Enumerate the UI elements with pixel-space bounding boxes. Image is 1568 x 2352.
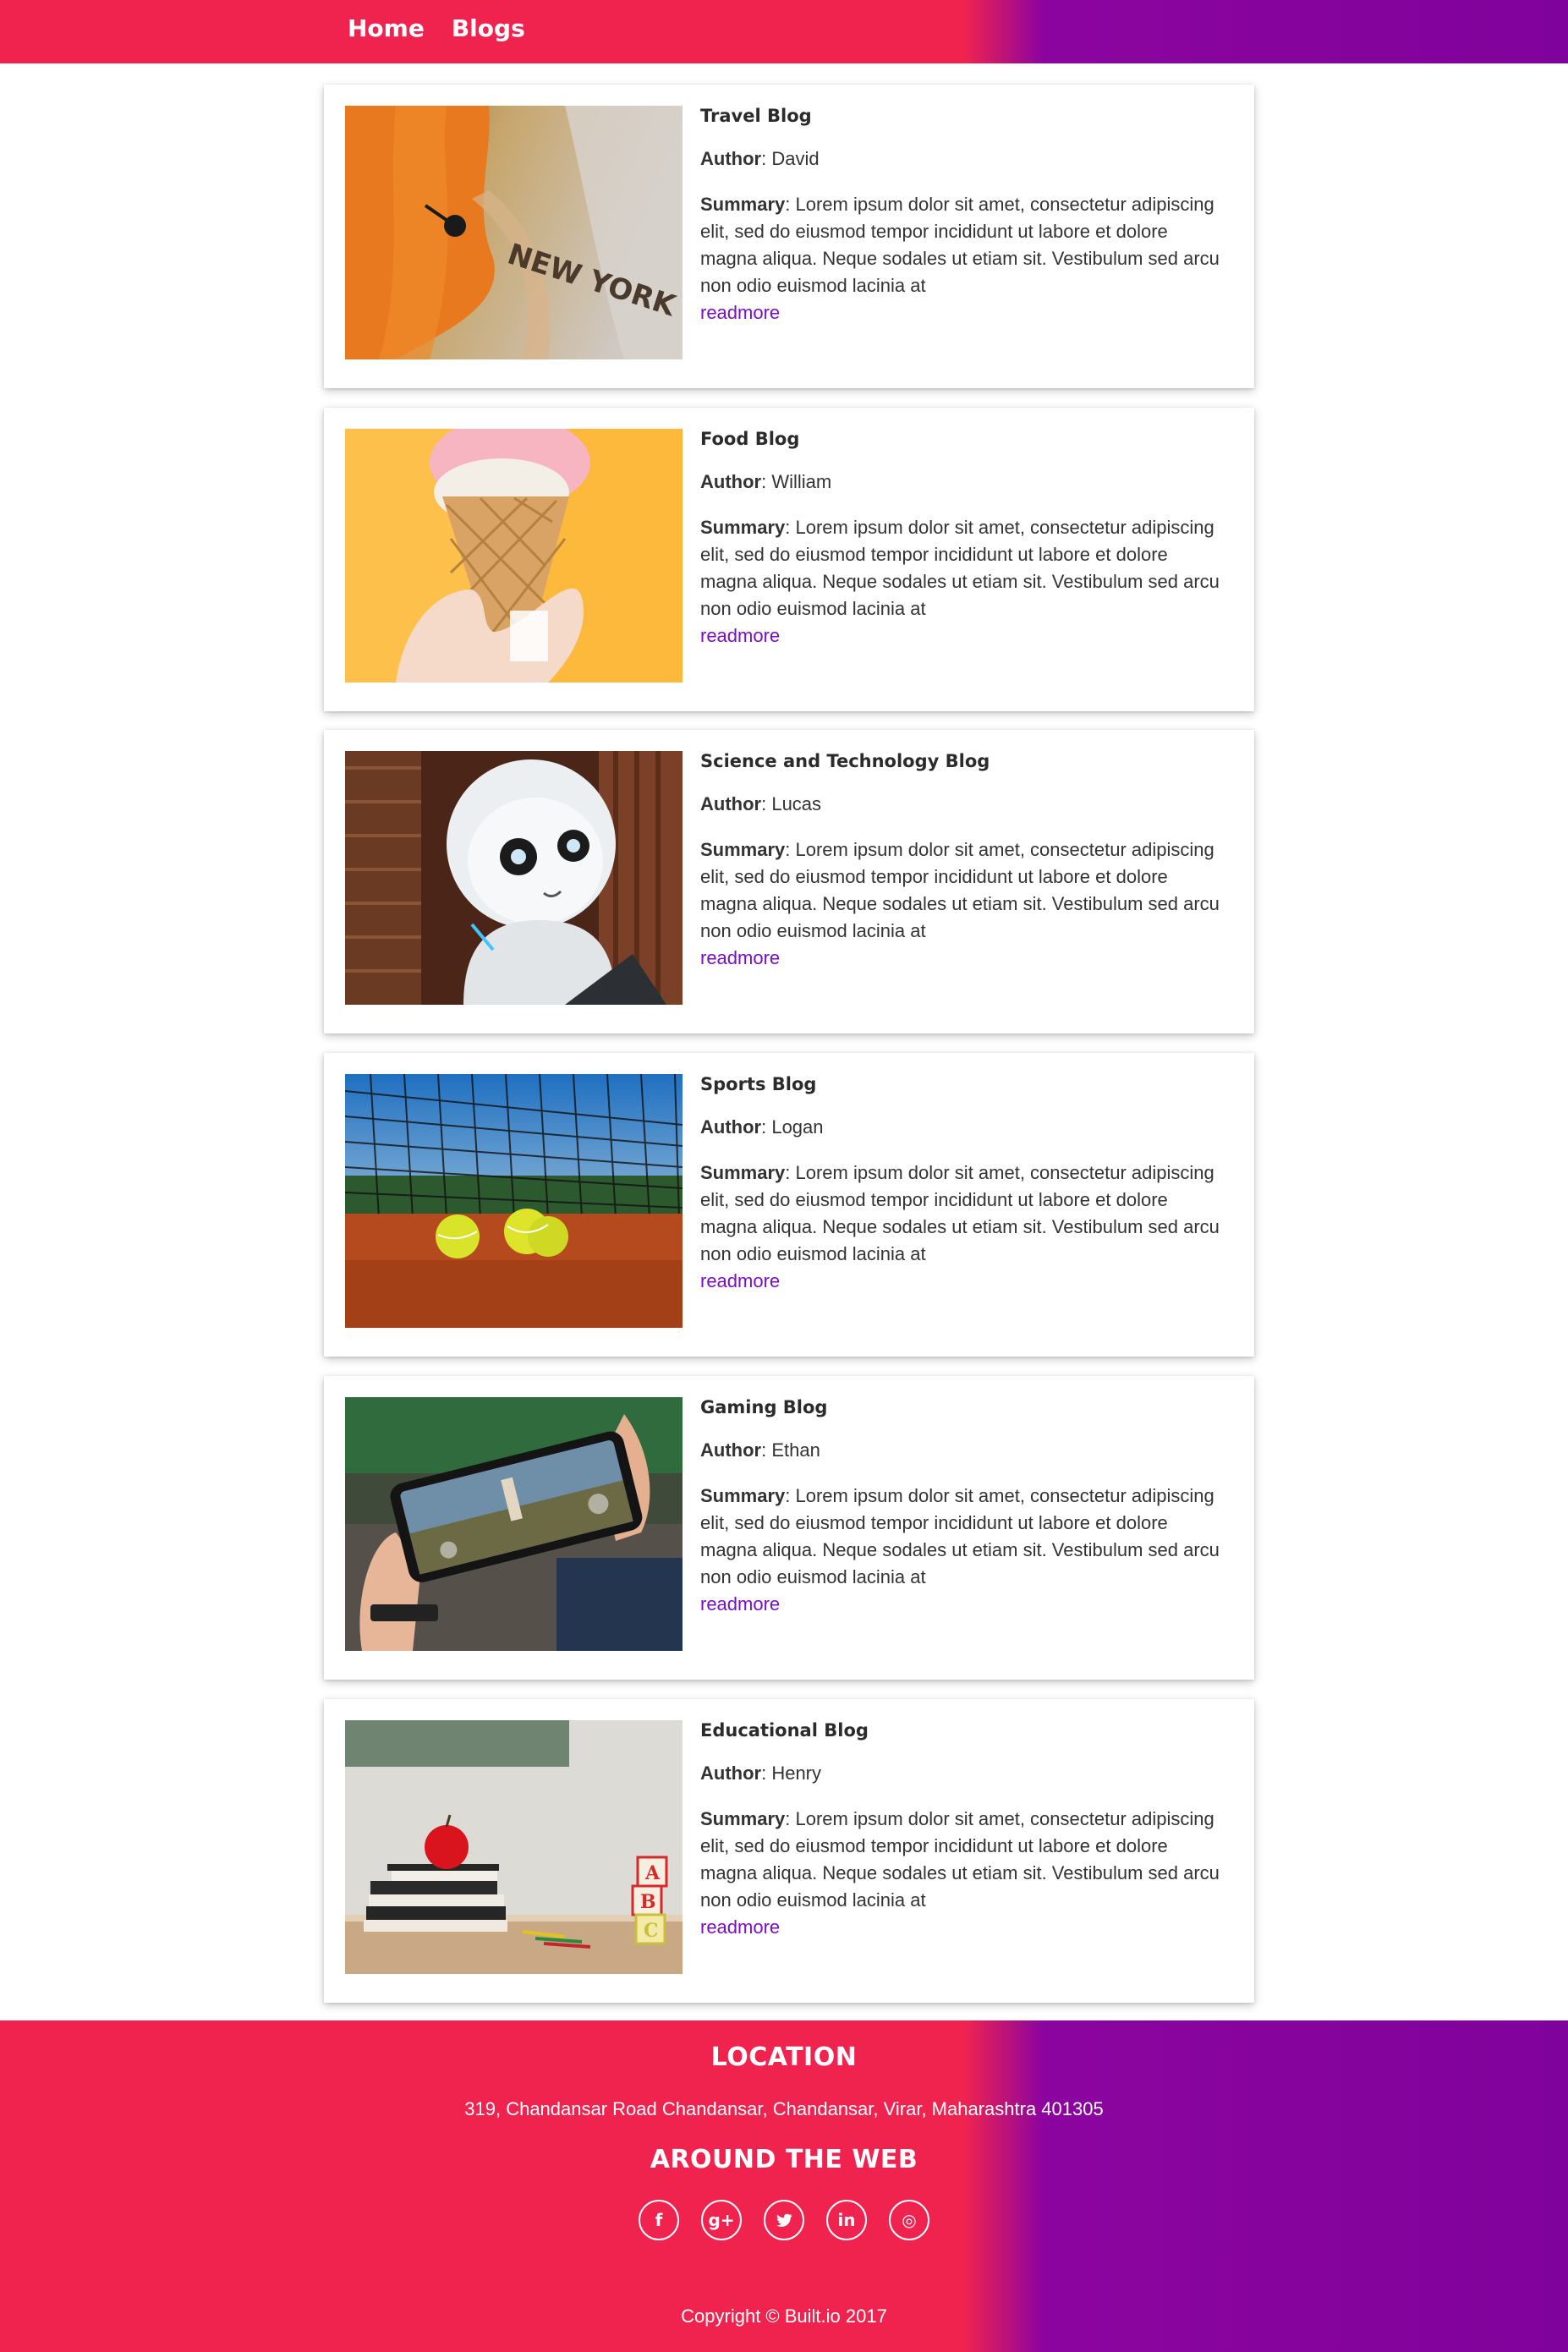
blog-thumbnail-robot [345, 751, 683, 1005]
blog-title: Travel Blog [700, 106, 812, 126]
social-links: f g+ in ◎ [0, 2200, 1568, 2240]
blog-card: Food Blog Author: William Summary: Lorem… [324, 408, 1254, 711]
dribbble-icon[interactable]: ◎ [889, 2200, 929, 2240]
blog-author: Author: David [700, 148, 820, 169]
blog-card: Sports Blog Author: Logan Summary: Lorem… [324, 1053, 1254, 1357]
blog-thumbnail-tennis [345, 1074, 683, 1328]
blog-title: Sports Blog [700, 1074, 817, 1094]
blog-summary: Summary: Lorem ipsum dolor sit amet, con… [700, 1485, 1220, 1587]
blog-info: Gaming Blog Author: Ethan Summary: Lorem… [700, 1395, 1225, 1618]
svg-text:B: B [640, 1891, 656, 1913]
blog-thumbnail-gaming [345, 1397, 683, 1651]
blog-author: Author: Ethan [700, 1439, 820, 1461]
address-text: 319, Chandansar Road Chandansar, Chandan… [464, 2098, 1104, 2119]
svg-text:A: A [644, 1862, 661, 1884]
blog-title: Science and Technology Blog [700, 751, 990, 771]
svg-text:C: C [644, 1920, 659, 1942]
readmore-link[interactable]: readmore [700, 299, 1225, 326]
blog-author: Author: William [700, 471, 832, 492]
facebook-icon[interactable]: f [639, 2200, 679, 2240]
copyright-text: Copyright © Built.io 2017 [681, 2305, 887, 2327]
twitter-icon[interactable] [764, 2200, 804, 2240]
location-heading: LOCATION [710, 2042, 858, 2072]
readmore-link[interactable]: readmore [700, 945, 1225, 972]
blog-card: Science and Technology Blog Author: Luca… [324, 730, 1254, 1033]
readmore-link[interactable]: readmore [700, 1268, 1225, 1295]
main-nav: Home Blogs [348, 12, 525, 46]
around-the-web-heading: AROUND THE WEB [650, 2145, 918, 2174]
blog-info: Educational Blog Author: Henry Summary: … [700, 1718, 1225, 1941]
blog-title: Food Blog [700, 429, 800, 449]
blog-info: Science and Technology Blog Author: Luca… [700, 748, 1225, 972]
blog-thumbnail-map: NEW YORK [345, 106, 683, 359]
blog-author: Author: Logan [700, 1116, 824, 1138]
site-footer: LOCATION 319, Chandansar Road Chandansar… [0, 2020, 1568, 2352]
blog-title: Educational Blog [700, 1720, 869, 1741]
blog-summary: Summary: Lorem ipsum dolor sit amet, con… [700, 517, 1220, 619]
blog-author: Author: Lucas [700, 793, 822, 814]
linkedin-icon[interactable]: in [826, 2200, 867, 2240]
blog-info: Sports Blog Author: Logan Summary: Lorem… [700, 1072, 1225, 1295]
blog-summary: Summary: Lorem ipsum dolor sit amet, con… [700, 194, 1220, 296]
blog-summary: Summary: Lorem ipsum dolor sit amet, con… [700, 1162, 1220, 1264]
readmore-link[interactable]: readmore [700, 1591, 1225, 1618]
blog-card: NEW YORK Travel Blog Author: David Summa… [324, 85, 1254, 388]
blog-summary: Summary: Lorem ipsum dolor sit amet, con… [700, 839, 1220, 941]
blog-info: Travel Blog Author: David Summary: Lorem… [700, 103, 1225, 326]
blog-card: A B C Educational Blog Author: Henry Sum… [324, 1699, 1254, 2003]
readmore-link[interactable]: readmore [700, 622, 1225, 650]
blog-thumbnail-ice-cream [345, 429, 683, 683]
blog-title: Gaming Blog [700, 1397, 828, 1417]
nav-blogs-link[interactable]: Blogs [452, 12, 525, 46]
readmore-link[interactable]: readmore [700, 1914, 1225, 1941]
nav-home-link[interactable]: Home [348, 12, 425, 46]
blog-author: Author: Henry [700, 1763, 822, 1784]
blog-thumbnail-education: A B C [345, 1720, 683, 1974]
top-navbar: Home Blogs [0, 0, 1568, 63]
blog-summary: Summary: Lorem ipsum dolor sit amet, con… [700, 1808, 1220, 1911]
google-plus-icon[interactable]: g+ [701, 2200, 742, 2240]
blog-card: Gaming Blog Author: Ethan Summary: Lorem… [324, 1376, 1254, 1680]
blog-info: Food Blog Author: William Summary: Lorem… [700, 426, 1225, 650]
